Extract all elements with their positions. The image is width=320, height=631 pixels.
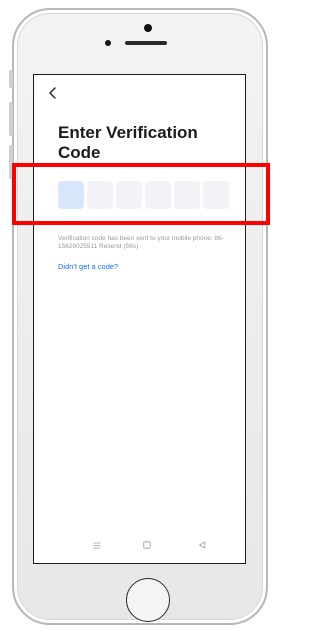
verification-code-input [58,181,229,209]
chevron-left-icon [48,87,56,99]
code-digit-5[interactable] [174,181,200,209]
nav-back-button[interactable] [195,539,209,551]
code-digit-3[interactable] [116,181,142,209]
earpiece-speaker [125,41,167,45]
back-button[interactable] [45,85,59,101]
resend-countdown[interactable]: Resend (56s) [99,243,138,250]
verification-info: Verification code has been sent to your … [58,235,236,251]
code-digit-6[interactable] [203,181,229,209]
square-icon [143,541,151,549]
mute-switch [9,70,13,88]
menu-icon [93,542,101,548]
front-sensor [144,24,152,32]
volume-down-button [9,145,13,179]
front-camera [105,40,111,46]
code-digit-4[interactable] [145,181,171,209]
stage: Enter Verification Code Verification cod… [0,0,272,631]
volume-up-button [9,102,13,136]
triangle-back-icon [199,541,206,549]
code-digit-1[interactable] [58,181,84,209]
home-button[interactable] [126,578,170,622]
no-code-link[interactable]: Didn't get a code? [58,262,118,271]
nav-home-button[interactable] [140,539,154,551]
info-text: Verification code has been sent to your … [58,235,224,250]
phone-screen: Enter Verification Code Verification cod… [33,74,246,564]
page-title: Enter Verification Code [58,123,198,162]
android-nav-bar [34,539,245,551]
nav-menu-button[interactable] [90,539,104,551]
code-digit-2[interactable] [87,181,113,209]
